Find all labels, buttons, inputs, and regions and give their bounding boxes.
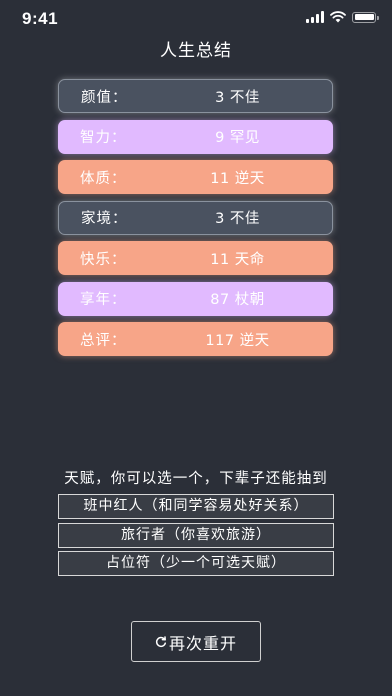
summary-value: 87 杖朝 (210, 292, 265, 308)
page-title: 人生总结 (160, 41, 232, 61)
status-bar: 9:41 (0, 0, 392, 36)
talent-prompt: 天赋，你可以选一个，下辈子还能抽到 (64, 471, 328, 487)
talent-list: 班中红人（和同学容易处好关系） 旅行者（你喜欢旅游） 占位符（少一个可选天赋） (58, 494, 334, 580)
summary-row-overall: 总评： 117 逆天 (58, 322, 333, 356)
talent-option-popular[interactable]: 班中红人（和同学容易处好关系） (58, 494, 334, 519)
summary-label: 快乐： (80, 251, 127, 268)
battery-icon (352, 11, 379, 23)
refresh-icon (155, 635, 167, 647)
summary-label: 家境： (81, 211, 128, 227)
wifi-icon (330, 11, 346, 23)
summary-row-appearance: 颜值： 3 不佳 (58, 79, 333, 113)
summary-value: 3 不佳 (215, 89, 260, 106)
summary-row-lifespan: 享年： 87 杖朝 (58, 281, 333, 316)
summary-row-intelligence: 智力： 9 罕见 (58, 119, 333, 154)
restart-label: 再次重开 (168, 633, 237, 653)
summary-value: 117 逆天 (205, 332, 270, 349)
summary-value: 9 罕见 (215, 130, 260, 146)
summary-label: 体质： (80, 170, 127, 187)
talent-option-traveler[interactable]: 旅行者（你喜欢旅游） (58, 522, 334, 548)
summary-value: 3 不佳 (215, 211, 260, 227)
summary-list: 颜值： 3 不佳 智力： 9 罕见 体质： 11 逆天 家境： 3 不佳 快乐：… (58, 79, 333, 363)
summary-label: 享年： (80, 292, 127, 308)
summary-row-family: 家境： 3 不佳 (58, 200, 333, 235)
summary-label: 总评： (80, 332, 127, 349)
talent-option-placeholder[interactable]: 占位符（少一个可选天赋） (58, 551, 334, 576)
summary-value: 11 逆天 (210, 170, 265, 187)
signal-icon (306, 11, 324, 23)
summary-row-constitution: 体质： 11 逆天 (58, 160, 333, 194)
status-time: 9:41 (22, 9, 59, 28)
status-icons (306, 11, 379, 23)
summary-row-happiness: 快乐： 11 天命 (58, 241, 333, 275)
summary-label: 颜值： (81, 89, 128, 106)
restart-button[interactable]: 再次重开 (131, 621, 261, 662)
summary-value: 11 天命 (210, 251, 265, 268)
summary-label: 智力： (80, 130, 127, 146)
